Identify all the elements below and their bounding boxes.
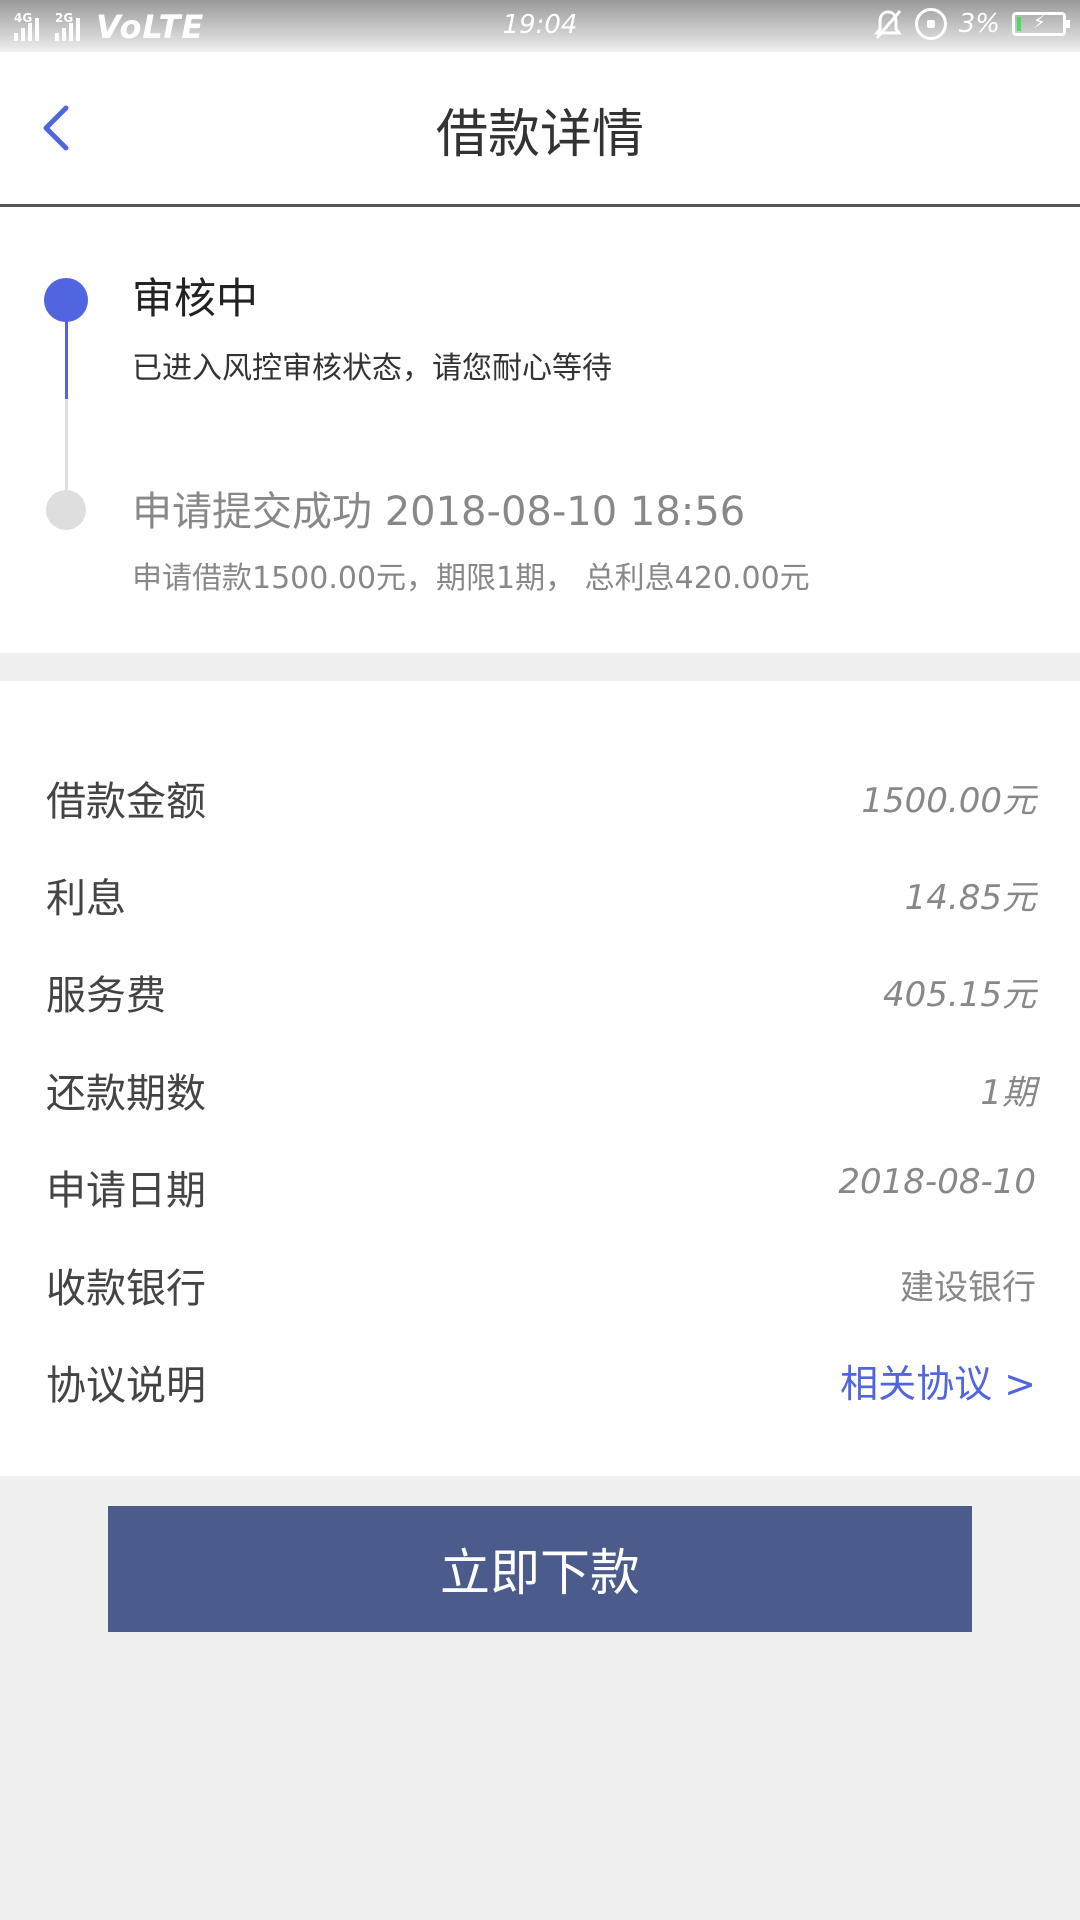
battery-percent: 3% [958,9,1000,39]
detail-value: 建设银行 [900,1268,1036,1308]
detail-label: 利息 [46,876,126,922]
step-title-reviewing: 审核中 [132,274,259,323]
timeline-dot-active [44,278,88,322]
top-nav-bar: 借款详情 [0,52,1080,207]
step-desc-submitted: 申请借款1500.00元，期限1期， 总利息420.00元 [132,561,810,596]
detail-row-bank: 收款银行 建设银行 [0,1234,1080,1332]
detail-label: 收款银行 [46,1266,206,1312]
loan-details-list: 借款金额 1500.00元 利息 14.85元 服务费 405.15元 还款期数… [0,681,1080,1476]
status-bar: 4G 2G VoLTE 19:04 3% ⚡ [0,0,1080,52]
detail-label: 申请日期 [46,1168,206,1214]
status-right: 3% ⚡ [873,8,1070,40]
detail-row-amount: 借款金额 1500.00元 [0,747,1080,845]
disburse-now-button[interactable]: 立即下款 [108,1506,972,1632]
detail-value: 14.85元 [904,878,1036,918]
battery-icon: ⚡ [1012,12,1070,36]
detail-value: 405.15元 [883,975,1036,1015]
detail-row-interest: 利息 14.85元 [0,844,1080,942]
detail-row-apply-date: 申请日期 2018-08-10 [0,1136,1080,1234]
step-desc-reviewing: 已进入风控审核状态，请您耐心等待 [132,351,612,386]
timeline-dot-inactive [46,490,86,530]
detail-label: 协议说明 [46,1363,206,1409]
loan-detail-page: 4G 2G VoLTE 19:04 3% ⚡ 借款详情 审核中 已进入风控审核状… [0,0,1080,1920]
detail-value: 1500.00元 [861,781,1036,821]
timeline-line-progress [65,319,68,399]
mute-icon [873,10,902,39]
timeline-line-rest [65,399,68,493]
rotation-lock-icon [914,8,947,40]
detail-label: 借款金额 [46,779,206,825]
detail-label: 还款期数 [46,1071,206,1117]
detail-row-service-fee: 服务费 405.15元 [0,941,1080,1039]
status-timeline: 审核中 已进入风控审核状态，请您耐心等待 申请提交成功 2018-08-10 1… [0,207,1080,653]
step-title-submitted: 申请提交成功 2018-08-10 18:56 [132,489,746,535]
page-title: 借款详情 [435,105,644,165]
detail-value: 2018-08-10 [838,1162,1036,1202]
detail-value: 1期 [980,1073,1036,1113]
agreement-link[interactable]: 相关协议 > [840,1353,1036,1408]
detail-row-periods: 还款期数 1期 [0,1039,1080,1137]
detail-row-agreement: 协议说明 相关协议 > [0,1331,1080,1429]
detail-label: 服务费 [46,973,166,1019]
